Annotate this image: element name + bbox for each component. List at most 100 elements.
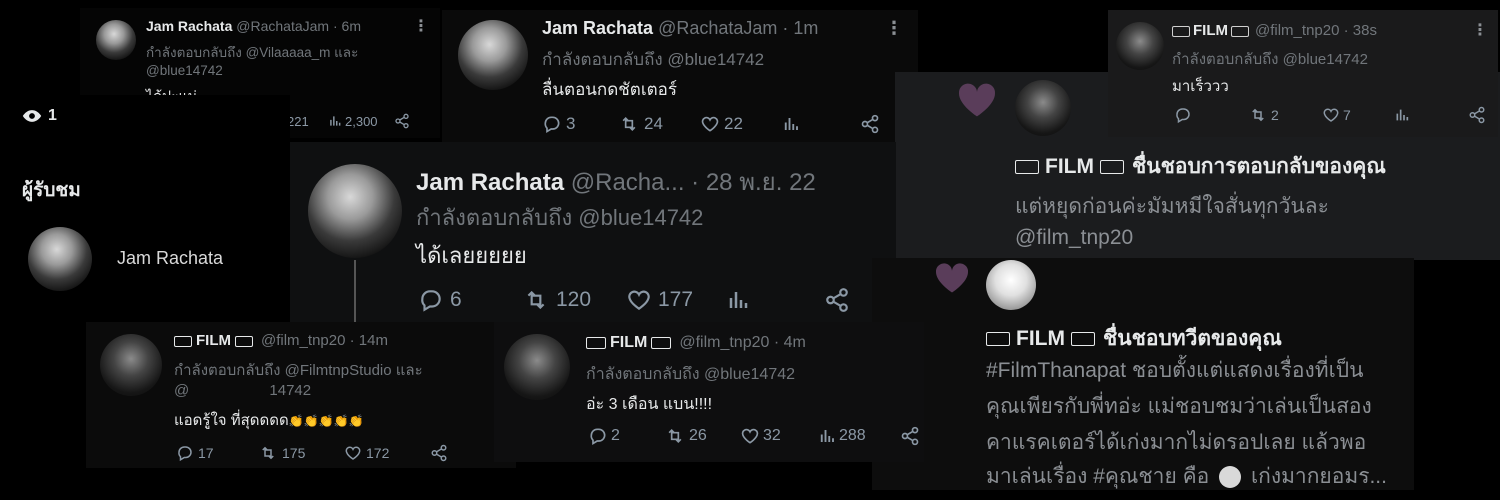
reply-context-handle[interactable]: @blue14742: [146, 63, 223, 78]
avatar[interactable]: [986, 260, 1036, 310]
comment-button[interactable]: 6: [418, 287, 522, 313]
like-button[interactable]: 7: [1322, 106, 1394, 124]
author-handle[interactable]: @RachataJam: [236, 18, 329, 34]
like-button[interactable]: 177: [626, 287, 726, 313]
like-count: 7: [1343, 107, 1351, 123]
share-icon: [901, 426, 919, 446]
tweet-card-jam-3[interactable]: Jam Rachata @Racha... · 28 พ.ย. 22 กำลัง…: [290, 142, 896, 322]
comment-button[interactable]: [1174, 106, 1248, 124]
like-button[interactable]: 172: [344, 444, 430, 462]
retweet-icon: [1252, 108, 1264, 122]
share-button[interactable]: [824, 287, 850, 313]
tweet-time: · 4m: [773, 334, 806, 351]
viewer-name[interactable]: Jam Rachata: [117, 248, 223, 269]
notif-text-line2[interactable]: @film_tnp20: [1015, 226, 1133, 250]
share-button[interactable]: [430, 444, 448, 462]
author-name[interactable]: FILM: [196, 332, 231, 349]
notif-action: ชื่นชอบทวีตของคุณ: [1102, 327, 1282, 350]
comment-button[interactable]: 2: [588, 426, 664, 446]
reply-context-handle[interactable]: @: [174, 382, 189, 399]
tweet-time: · 38s: [1343, 22, 1377, 39]
comment-button[interactable]: 3: [542, 114, 618, 134]
more-icon[interactable]: ⋮: [413, 16, 429, 36]
author-name[interactable]: Jam Rachata: [416, 169, 564, 196]
views-button[interactable]: 288: [818, 427, 900, 445]
comment-count: 6: [450, 288, 462, 311]
tweet-card-jam-2[interactable]: Jam Rachata @RachataJam · 1m ⋮ กำลังตอบก…: [442, 10, 918, 142]
like-count: 32: [763, 427, 781, 444]
notif-name[interactable]: FILM: [1045, 155, 1094, 178]
notif-name[interactable]: FILM: [1016, 327, 1065, 350]
film-icon: [986, 332, 1010, 347]
comment-icon: [421, 290, 441, 312]
share-button[interactable]: [860, 114, 880, 134]
author-handle[interactable]: @film_tnp20: [679, 334, 769, 351]
notif-text-line1: แต่หยุดก่อนค่ะมัมหมีใจสั่นทุกวันละ: [1015, 195, 1329, 218]
share-button[interactable]: [394, 113, 410, 129]
film-icon: [235, 335, 253, 347]
author-handle[interactable]: @RachataJam: [658, 18, 777, 38]
avatar[interactable]: [458, 20, 528, 90]
retweet-button[interactable]: 24: [618, 114, 700, 134]
tweet-actions: 6 120 177: [418, 287, 850, 313]
more-icon[interactable]: ⋮: [885, 18, 903, 39]
tweet-card-film-1[interactable]: FILM @film_tnp20 · 38s กำลังตอบกลับถึง @b…: [1108, 10, 1498, 137]
like-button[interactable]: 22: [700, 114, 782, 134]
author-name[interactable]: Jam Rachata: [146, 18, 232, 34]
views-button[interactable]: [1394, 107, 1468, 123]
like-icon: [701, 116, 719, 132]
views-button[interactable]: 2,300: [328, 114, 394, 129]
tweet-card-film-3[interactable]: FILM @film_tnp20 · 4m กำลังตอบกลับถึง @bl…: [494, 322, 924, 462]
avatar[interactable]: [100, 334, 162, 396]
like-count: 177: [658, 288, 694, 311]
views-count: 1: [48, 107, 57, 124]
avatar[interactable]: [504, 334, 570, 400]
avatar[interactable]: [1015, 80, 1071, 136]
more-icon[interactable]: ⋮: [1472, 20, 1488, 40]
retweet-count: 26: [689, 427, 707, 444]
avatar[interactable]: [1116, 22, 1164, 70]
comment-icon: [178, 446, 192, 462]
retweet-button[interactable]: 2: [1248, 106, 1322, 124]
retweet-icon: [262, 446, 274, 460]
retweet-button[interactable]: 175: [258, 444, 344, 462]
author-name[interactable]: FILM: [1193, 22, 1228, 39]
like-button[interactable]: 32: [740, 426, 818, 446]
author-handle[interactable]: @Racha...: [571, 169, 685, 196]
reply-context: กำลังตอบกลับถึง @blue14742: [542, 50, 765, 69]
tweet-time: · 6m: [332, 18, 361, 34]
reply-context-handle-end[interactable]: 14742: [269, 382, 311, 399]
comment-icon: [544, 116, 560, 133]
crying-face-icon: [1219, 466, 1242, 489]
tweet-actions: 2 7: [1174, 106, 1486, 124]
share-button[interactable]: [1468, 106, 1486, 124]
share-button[interactable]: [900, 426, 920, 446]
comment-count: 2: [611, 427, 620, 444]
author-name[interactable]: FILM: [610, 334, 647, 351]
retweet-button[interactable]: 120: [522, 287, 626, 313]
author-handle[interactable]: @film_tnp20: [261, 332, 345, 349]
film-icon: [1099, 160, 1124, 175]
retweet-count: 175: [282, 445, 306, 461]
avatar[interactable]: [96, 20, 136, 60]
comment-button[interactable]: 17: [176, 444, 258, 462]
share-icon: [395, 113, 409, 129]
author-name[interactable]: Jam Rachata: [542, 18, 653, 38]
film-icon: [174, 335, 192, 347]
notification-like-tweet[interactable]: FILM ชื่นชอบทวีตของคุณ #FilmThanapat ชอบต…: [872, 258, 1414, 490]
retweet-button[interactable]: 26: [664, 426, 740, 446]
tweet-card-film-2[interactable]: FILM @film_tnp20 · 14m กำลังตอบกลับถึง @F…: [86, 322, 516, 468]
avatar[interactable]: [308, 164, 402, 258]
viewer-avatar[interactable]: [28, 227, 92, 291]
author-handle[interactable]: @film_tnp20: [1255, 22, 1339, 39]
clapping-emoji: 👏👏👏👏👏: [288, 414, 364, 428]
like-count: 22: [724, 114, 743, 133]
like-count: 221: [287, 113, 309, 129]
views-button[interactable]: [782, 115, 860, 133]
reply-context: กำลังตอบกลับถึง @blue14742: [586, 366, 796, 383]
share-icon: [1469, 106, 1485, 124]
views-button[interactable]: [726, 288, 824, 312]
like-icon: [1323, 108, 1339, 122]
tweet-text: มาเร็ววว: [1172, 78, 1229, 95]
views-indicator: 1: [22, 107, 57, 125]
